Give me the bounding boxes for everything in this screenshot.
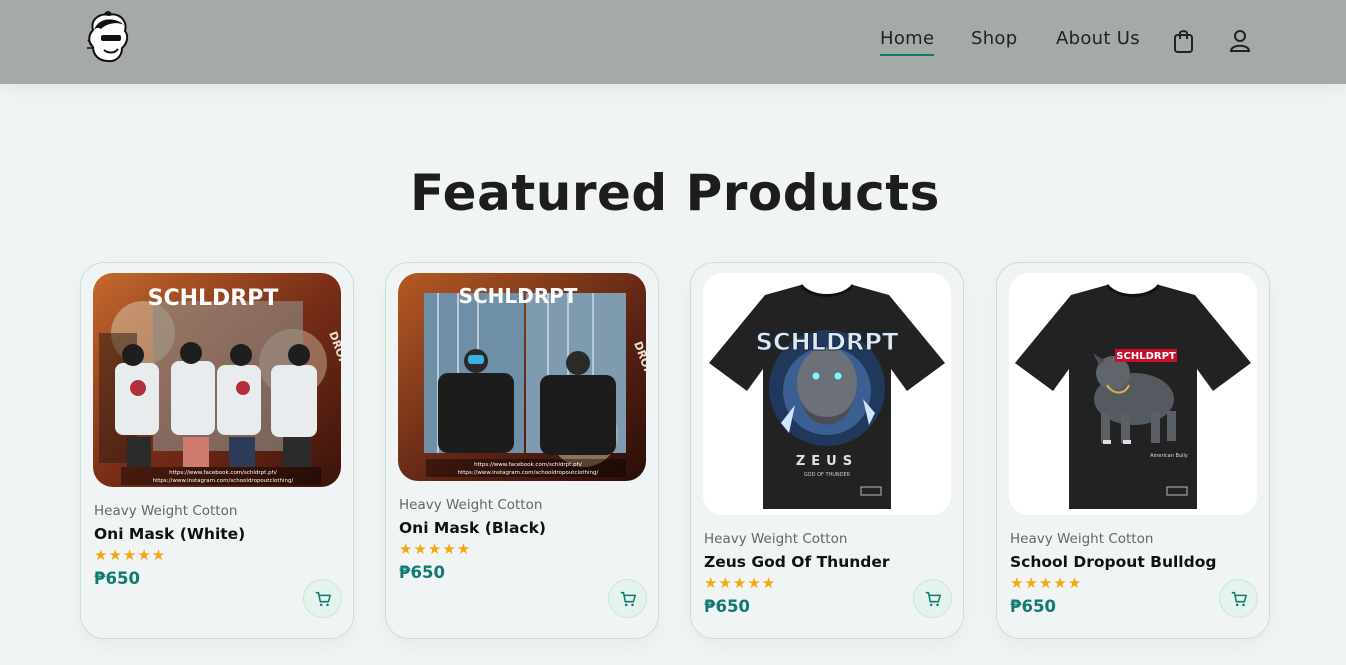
product-name[interactable]: Oni Mask (Black)	[399, 519, 546, 537]
add-to-cart-button[interactable]	[303, 579, 342, 618]
add-to-cart-button[interactable]	[913, 579, 952, 618]
image-print-caption: American Bully	[1150, 453, 1188, 459]
shopping-bag-icon[interactable]	[1171, 27, 1197, 55]
image-wordmark: SCHLDRPT	[459, 284, 578, 308]
product-image[interactable]: SCHLDRPT ZEUS GOD OF THUNDER	[703, 273, 951, 515]
product-name[interactable]: Oni Mask (White)	[94, 525, 245, 543]
cart-icon	[620, 591, 636, 606]
mascot-logo-icon	[87, 11, 129, 63]
product-material: Heavy Weight Cotton	[399, 497, 543, 513]
product-price: ₱650	[704, 597, 750, 616]
product-card[interactable]: SCHLDRPT American Bully Heavy Weight Cot…	[996, 262, 1270, 639]
product-image[interactable]: SCHLDRPT American Bully	[1009, 273, 1257, 515]
product-rating-stars: ★★★★★	[94, 546, 167, 564]
image-wordmark: SCHLDRPT	[1116, 351, 1176, 362]
image-print-title: ZEUS	[796, 454, 858, 469]
brand-logo[interactable]	[84, 10, 134, 66]
product-price: ₱650	[94, 569, 140, 588]
user-icon[interactable]	[1228, 27, 1254, 55]
product-card[interactable]: SCHLDRPT DROPOUT https://www.facebook.co…	[80, 262, 354, 639]
cart-icon	[925, 591, 941, 606]
add-to-cart-button[interactable]	[608, 579, 647, 618]
product-card[interactable]: SCHLDRPT ZEUS GOD OF THUNDER Heavy Weigh…	[690, 262, 964, 639]
product-rating-stars: ★★★★★	[704, 574, 777, 592]
cart-icon	[315, 591, 331, 606]
image-print-subtitle: GOD OF THUNDER	[804, 472, 851, 478]
cart-icon	[1231, 591, 1247, 606]
image-instagram-link: https://www.instagram.com/schooldropoutc…	[153, 478, 294, 484]
nav-about-us[interactable]: About Us	[1056, 28, 1140, 49]
product-price: ₱650	[1010, 597, 1056, 616]
image-wordmark: SCHLDRPT	[756, 328, 899, 356]
featured-products-title: Featured Products	[410, 164, 940, 222]
product-image[interactable]: SCHLDRPT DROPOUT https://www.facebook.co…	[398, 273, 646, 481]
product-material: Heavy Weight Cotton	[704, 531, 848, 547]
product-card[interactable]: SCHLDRPT DROPOUT https://www.facebook.co…	[385, 262, 659, 639]
image-instagram-link: https://www.instagram.com/schooldropoutc…	[458, 470, 599, 476]
nav-shop[interactable]: Shop	[971, 28, 1017, 49]
site-header: Home Shop About Us	[0, 0, 1346, 84]
image-facebook-link: https://www.facebook.com/schldrpt.ph/	[474, 462, 582, 468]
image-facebook-link: https://www.facebook.com/schldrpt.ph/	[169, 470, 277, 476]
product-material: Heavy Weight Cotton	[1010, 531, 1154, 547]
product-image[interactable]: SCHLDRPT DROPOUT https://www.facebook.co…	[93, 273, 341, 487]
add-to-cart-button[interactable]	[1219, 579, 1258, 618]
product-price: ₱650	[399, 563, 445, 582]
product-name[interactable]: Zeus God Of Thunder	[704, 553, 890, 571]
image-wordmark: SCHLDRPT	[148, 286, 279, 311]
product-name[interactable]: School Dropout Bulldog	[1010, 553, 1216, 571]
nav-home[interactable]: Home	[880, 28, 935, 56]
product-rating-stars: ★★★★★	[1010, 574, 1083, 592]
product-rating-stars: ★★★★★	[399, 540, 472, 558]
product-material: Heavy Weight Cotton	[94, 503, 238, 519]
